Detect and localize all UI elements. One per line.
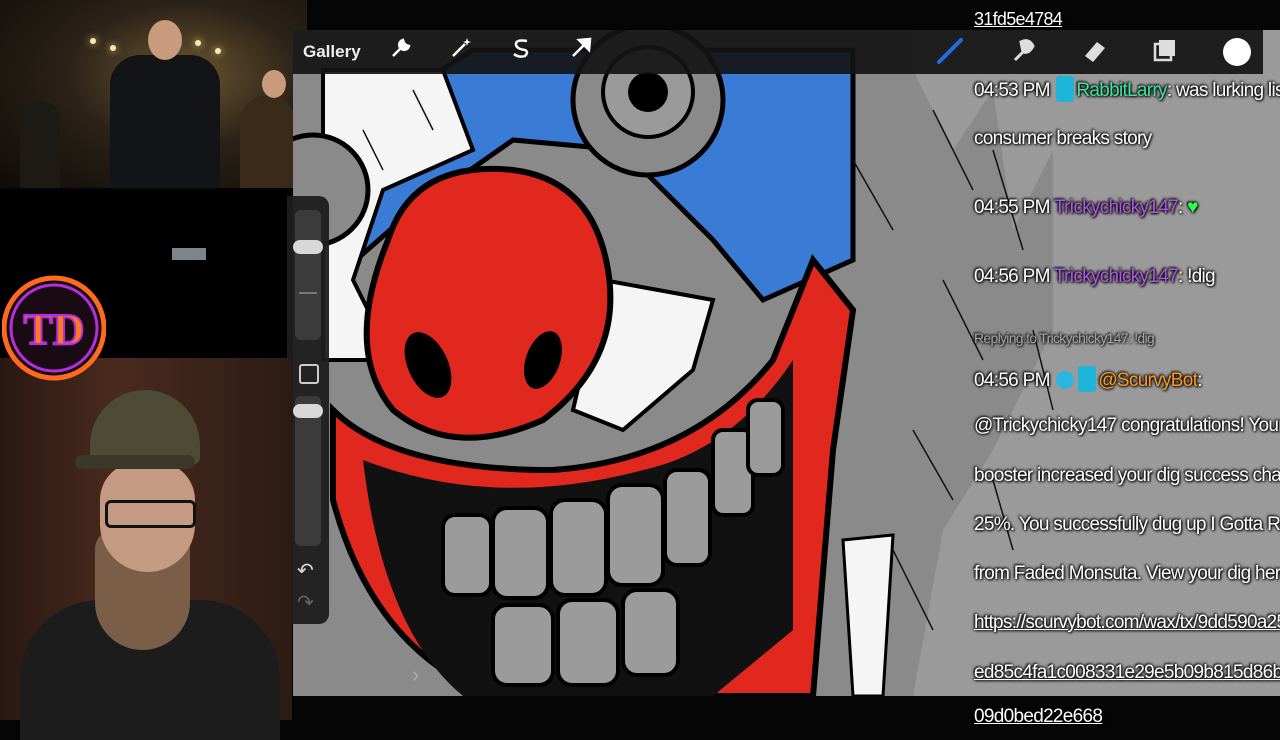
square-icon[interactable]: [299, 364, 319, 384]
webcam-glasses: [105, 500, 196, 528]
chat-body-line: 25%. You successfully dug up I Gotta Roc…: [974, 514, 1280, 535]
selection-s-icon[interactable]: [509, 36, 533, 68]
heart-icon: ♥: [1187, 197, 1198, 218]
dig-link[interactable]: https://scurvybot.com/wax/tx/9dd590a25e5…: [974, 610, 1280, 636]
dig-link[interactable]: 09d0bed22e668: [974, 704, 1103, 730]
opacity-knob[interactable]: [293, 404, 323, 418]
brush-size-slider[interactable]: [293, 210, 323, 340]
svg-text:TD: TD: [23, 305, 84, 354]
brush-icon[interactable]: [937, 36, 967, 68]
magic-wand-icon[interactable]: [449, 36, 473, 68]
creator-logo: TD: [1, 258, 107, 398]
brush-size-sidebar: ↶ ↷: [287, 196, 329, 624]
slider-divider: [299, 292, 317, 294]
webcam-cap-brim: [75, 455, 195, 469]
brush-size-knob[interactable]: [293, 240, 323, 254]
chevron-right-icon[interactable]: ›: [412, 662, 419, 688]
dig-link[interactable]: ed85c4fa1c008331e29e5b09b815d86bc467b6: [974, 660, 1280, 686]
badge-icon: [1056, 76, 1075, 102]
arrow-cursor-icon[interactable]: [569, 36, 593, 68]
stream-id: 31fd5e4784: [974, 9, 1063, 29]
undo-icon[interactable]: ↶: [297, 558, 314, 583]
chat-username: Trickychicky147: [1053, 197, 1179, 218]
chat-username: RabbitLarry: [1076, 80, 1167, 101]
music-video-feed: [0, 0, 307, 188]
chat-message: 04:56 PM @ScurvyBot:: [974, 366, 1202, 394]
chat-message: 04:55 PM Trickychicky147: ♥: [974, 197, 1198, 218]
redo-icon[interactable]: ↷: [297, 590, 314, 615]
chat-body-line: from Faded Monsuta. View your dig here:: [974, 563, 1280, 584]
bot-icon: [1056, 371, 1075, 389]
chat-message: 04:53 PM RabbitLarry: was lurking listin…: [974, 76, 1280, 104]
chat-username: @ScurvyBot: [1098, 370, 1198, 391]
chat-username: Trickychicky147: [1053, 266, 1179, 287]
chat-overlay: 31fd5e4784 04:53 PM RabbitLarry: was lur…: [970, 0, 1280, 727]
badge-icon: [1078, 366, 1097, 392]
opacity-slider[interactable]: [293, 396, 323, 546]
chat-body-line: booster increased your dig success chanc…: [974, 465, 1280, 486]
chat-message: 04:56 PM Trickychicky147: !dig: [974, 266, 1216, 287]
wrench-icon[interactable]: [389, 36, 413, 68]
reply-context: Replying to Trickychicky147: !dig: [974, 330, 1155, 346]
gallery-button[interactable]: Gallery: [303, 36, 361, 68]
chat-body-line: @Trickychicky147 congratulations! Your d…: [974, 415, 1280, 436]
chat-message-continued: consumer breaks story: [974, 128, 1152, 149]
